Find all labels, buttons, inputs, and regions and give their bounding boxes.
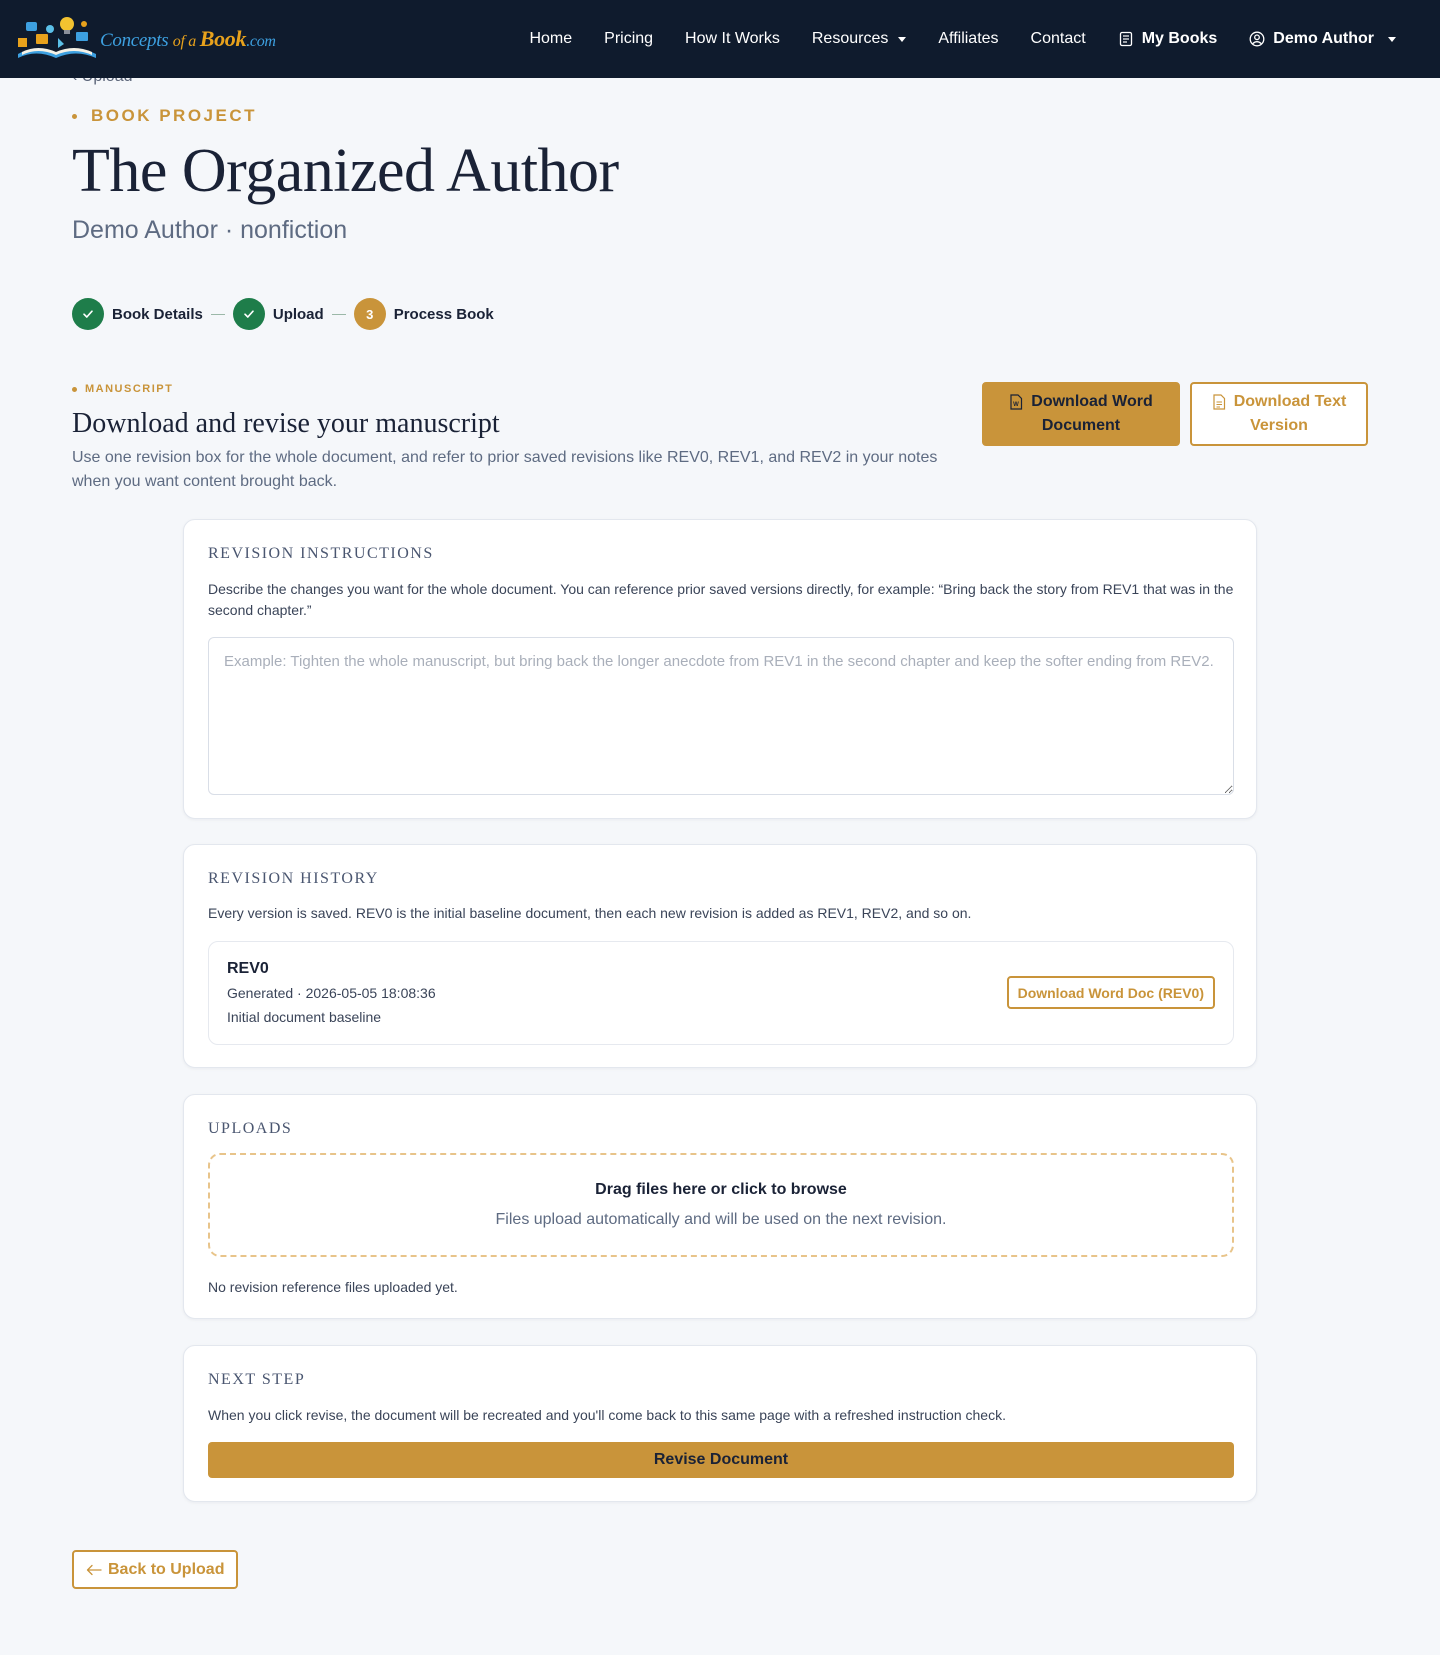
download-revision-button[interactable]: Download Word Doc (REV0) xyxy=(1006,976,1215,1009)
next-step-text: When you click revise, the document will… xyxy=(208,1407,1006,1423)
manuscript-title: Download and revise your manuscript xyxy=(72,408,500,439)
nav-my-books[interactable]: My Books xyxy=(1102,30,1234,48)
page-title: The Organized Author xyxy=(72,137,619,205)
check-icon xyxy=(232,298,265,330)
revision-note: Initial document baseline xyxy=(227,1009,382,1025)
eyebrow-dot xyxy=(72,113,77,119)
revision-instructions-card: REVISION INSTRUCTIONS Describe the chang… xyxy=(183,519,1257,819)
page-bottom-edge xyxy=(0,1648,1440,1655)
nav-how-it-works[interactable]: How It Works xyxy=(669,30,796,48)
top-navbar: Concepts of a Book.com Home Pricing How … xyxy=(0,0,1440,78)
download-word-label-2: Document xyxy=(1041,417,1121,434)
eyebrow-dot xyxy=(72,386,77,392)
brand-text-concepts: Concepts xyxy=(100,30,173,51)
download-text-label: Download Text xyxy=(1233,393,1347,410)
step-separator xyxy=(331,313,346,315)
nav-home[interactable]: Home xyxy=(513,30,588,48)
card-title: REVISION HISTORY xyxy=(208,870,379,887)
nav-resources-label: Resources xyxy=(811,30,889,47)
download-text-label-2: Version xyxy=(1250,417,1308,434)
caret-down-icon xyxy=(898,36,907,42)
brand-wordmark: Concepts of a Book.com xyxy=(100,26,276,52)
revision-item: REV0 Generated · 2026-05-05 18:08:36 Ini… xyxy=(208,941,1234,1045)
nav-pricing[interactable]: Pricing xyxy=(588,30,669,48)
history-help-text: Every version is saved. REV0 is the init… xyxy=(208,905,972,921)
card-title: NEXT STEP xyxy=(208,1371,306,1388)
word-document-icon: W xyxy=(1010,394,1023,410)
download-text-button[interactable]: Download Text Version xyxy=(1190,382,1368,446)
step-process-book[interactable]: 3 Process Book xyxy=(353,298,494,330)
arrow-left-icon xyxy=(86,1564,102,1575)
brand-text-ofa: of a xyxy=(172,33,200,50)
revision-history-card: REVISION HISTORY Every version is saved.… xyxy=(183,844,1257,1068)
download-word-label: Download Word xyxy=(1031,393,1153,410)
user-circle-icon xyxy=(1249,31,1265,47)
eyebrow-label: BOOK PROJECT xyxy=(91,106,258,125)
book-project-eyebrow: BOOK PROJECT xyxy=(72,106,257,126)
card-title: UPLOADS xyxy=(208,1120,293,1137)
step-label: Book Details xyxy=(112,305,203,323)
nav-contact[interactable]: Contact xyxy=(1015,30,1102,48)
dropzone-title: Drag files here or click to browse xyxy=(595,1181,847,1198)
step-number-badge: 3 xyxy=(353,298,386,330)
uploads-empty-text: No revision reference files uploaded yet… xyxy=(208,1279,458,1295)
nav-resources-dropdown[interactable]: Resources xyxy=(796,30,922,48)
brand-logo[interactable]: Concepts of a Book.com xyxy=(12,12,276,66)
check-icon xyxy=(72,298,104,330)
nav-links: Home Pricing How It Works Resources Affi… xyxy=(513,0,1412,78)
file-dropzone[interactable]: Drag files here or click to browse Files… xyxy=(208,1153,1234,1257)
brand-text-com: .com xyxy=(246,33,276,50)
step-upload[interactable]: Upload xyxy=(232,298,324,330)
caret-down-icon xyxy=(1388,36,1396,42)
download-word-button[interactable]: W Download Word Document xyxy=(982,382,1180,446)
instructions-help-text: Describe the changes you want for the wh… xyxy=(208,581,1234,618)
logo-illustration-icon xyxy=(12,14,100,64)
svg-text:W: W xyxy=(1013,402,1019,408)
card-title: REVISION INSTRUCTIONS xyxy=(208,545,434,562)
nav-user-dropdown[interactable]: Demo Author xyxy=(1233,30,1412,48)
revision-instructions-textarea[interactable] xyxy=(208,637,1234,795)
text-document-icon xyxy=(1213,394,1225,410)
dropzone-subtitle: Files upload automatically and will be u… xyxy=(495,1211,947,1228)
manuscript-description: Use one revision box for the whole docum… xyxy=(72,449,938,490)
manuscript-eyebrow: MANUSCRIPT xyxy=(72,383,173,395)
revision-meta: Generated · 2026-05-05 18:08:36 xyxy=(227,985,436,1001)
progress-stepper: Book Details Upload 3 Process Book xyxy=(72,298,494,330)
step-label: Upload xyxy=(272,305,324,323)
nav-affiliates[interactable]: Affiliates xyxy=(922,30,1014,48)
revision-name: REV0 xyxy=(227,960,269,977)
manuscript-eyebrow-label: MANUSCRIPT xyxy=(85,383,174,395)
back-to-upload-button[interactable]: Back to Upload xyxy=(72,1550,239,1589)
step-label: Process Book xyxy=(393,305,494,323)
uploads-card: UPLOADS Drag files here or click to brow… xyxy=(183,1094,1257,1319)
step-separator xyxy=(210,313,225,315)
next-step-card: NEXT STEP When you click revise, the doc… xyxy=(183,1345,1257,1502)
nav-my-books-label: My Books xyxy=(1141,30,1218,47)
step-book-details[interactable]: Book Details xyxy=(72,298,203,330)
page-subtitle: Demo Author · nonfiction xyxy=(72,216,348,244)
book-list-icon xyxy=(1119,31,1132,47)
revise-document-button[interactable]: Revise Document xyxy=(208,1442,1234,1478)
nav-user-label: Demo Author xyxy=(1273,30,1374,47)
brand-text-book: Book xyxy=(199,26,247,51)
back-to-upload-label: Back to Upload xyxy=(108,1560,225,1578)
